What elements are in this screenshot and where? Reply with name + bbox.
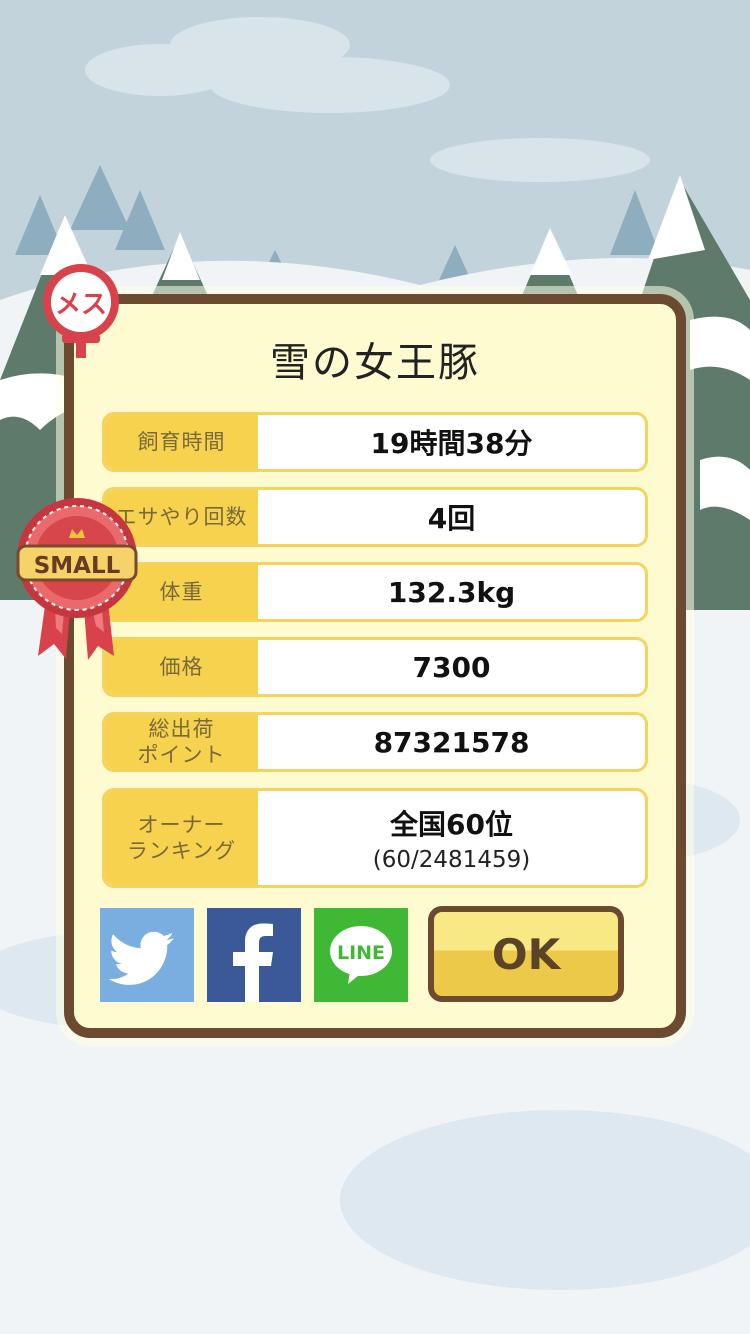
stat-row-feeding-time: 飼育時間 19時間38分: [102, 412, 648, 472]
stat-row-price: 価格 7300: [102, 637, 648, 697]
line-logo-text: LINE: [337, 942, 385, 964]
ranking-value: 全国60位: [390, 808, 513, 841]
facebook-share-button[interactable]: [207, 908, 301, 1002]
stat-value: 4回: [427, 502, 476, 535]
stat-row-feed-count: エサやり回数 4回: [102, 487, 648, 547]
stat-value: 132.3kg: [387, 575, 516, 609]
stat-value-group: 全国60位 (60/2481459): [258, 791, 645, 885]
ok-button[interactable]: OK: [428, 906, 624, 1002]
stat-row-total-shipping-points: 総出荷 ポイント 87321578: [102, 712, 648, 772]
ranking-detail: (60/2481459): [372, 847, 531, 873]
pig-result-dialog: 雪の女王豚 飼育時間 19時間38分 エサやり回数 4回 体重 132.3kg …: [64, 294, 686, 1038]
stat-row-weight: 体重 132.3kg: [102, 562, 648, 622]
stat-label: オーナー ランキング: [105, 791, 258, 885]
gender-label: メス: [55, 290, 107, 320]
stat-value: 19時間38分: [370, 427, 533, 460]
pig-name-title: 雪の女王豚: [270, 340, 480, 386]
stat-label: 飼育時間: [105, 415, 258, 469]
facebook-f-icon: [233, 923, 273, 1002]
twitter-bird-icon: [108, 931, 174, 985]
size-badge-label: SMALL: [34, 553, 121, 579]
line-share-button[interactable]: LINE: [314, 908, 408, 1002]
stat-value: 87321578: [373, 725, 530, 759]
line-logo-icon: LINE: [330, 926, 392, 984]
stat-row-owner-ranking: オーナー ランキング 全国60位 (60/2481459): [102, 788, 648, 888]
small-size-ribbon-badge: SMALL: [16, 498, 138, 660]
twitter-share-button[interactable]: [100, 908, 194, 1002]
female-gender-icon: メス: [43, 264, 119, 358]
stat-label: 総出荷 ポイント: [105, 715, 258, 769]
stat-value: 7300: [412, 650, 491, 684]
